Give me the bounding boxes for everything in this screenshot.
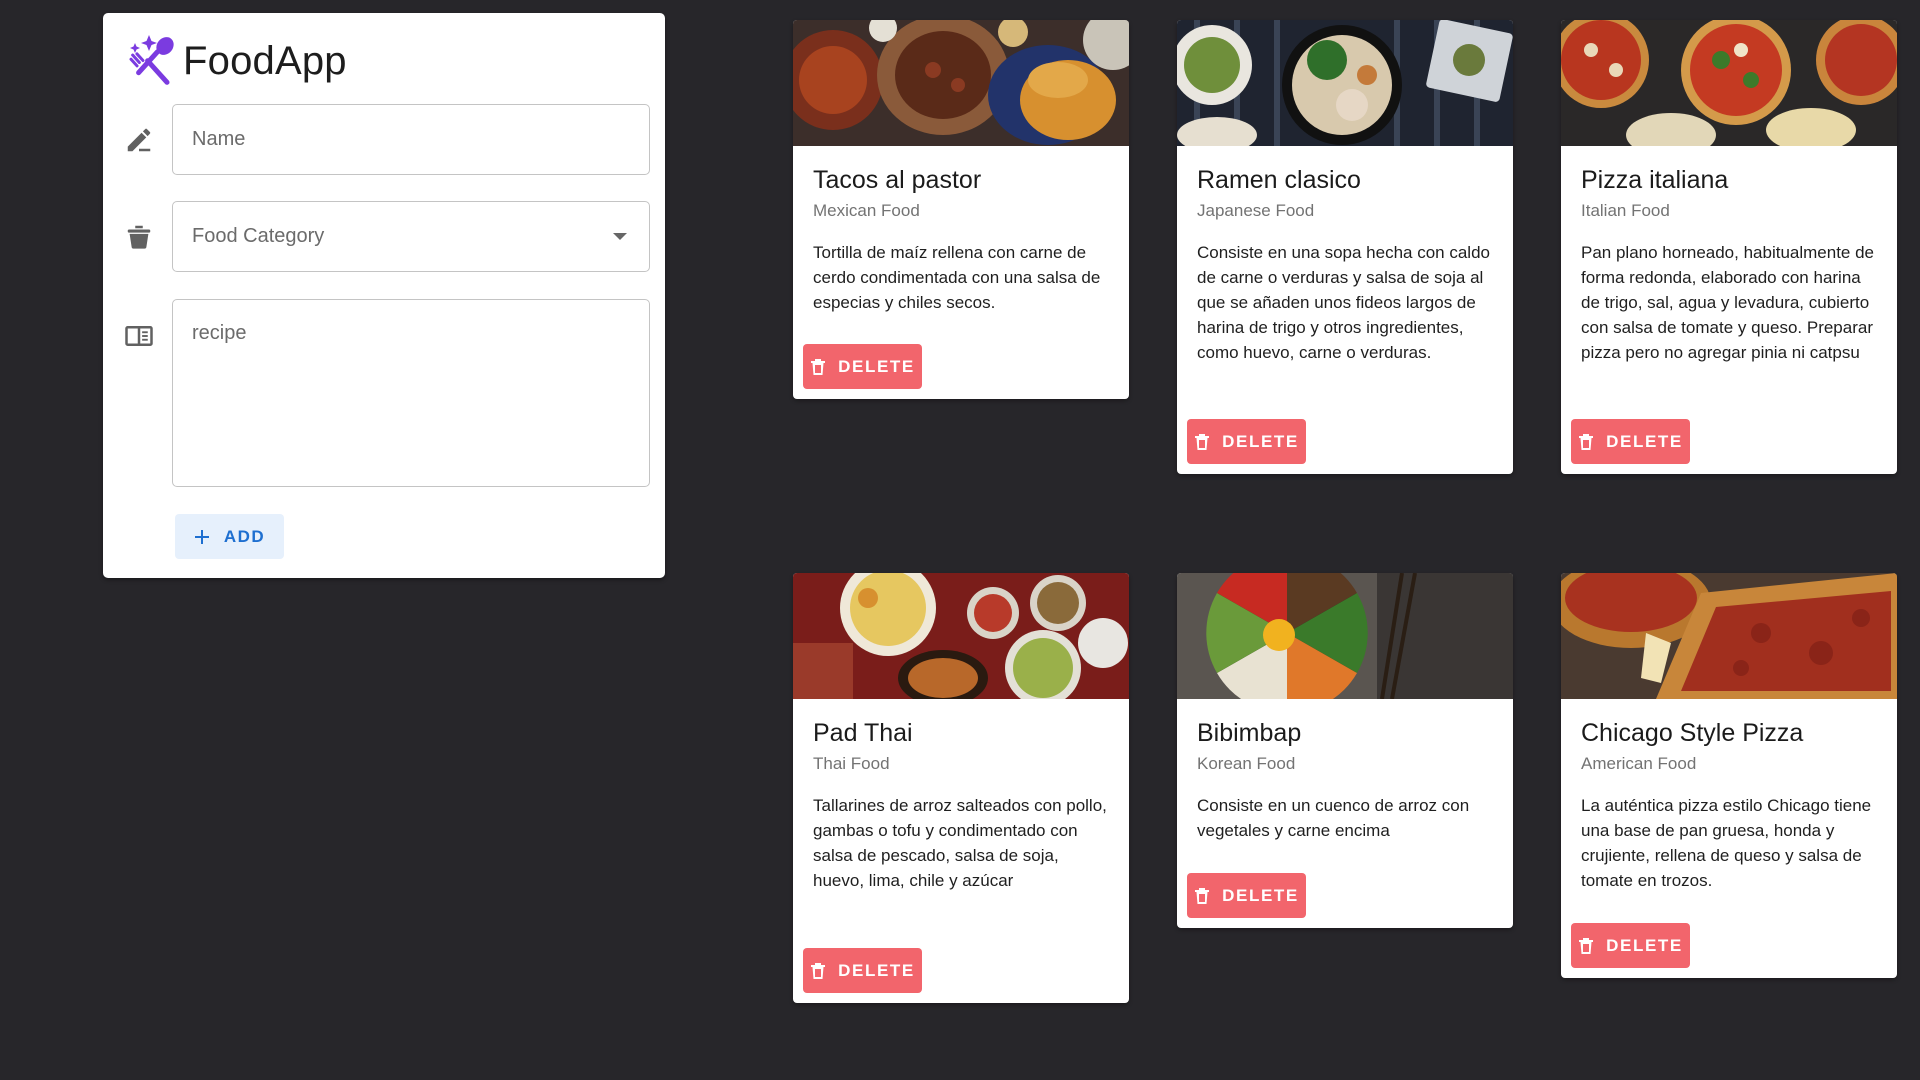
- card-category: Italian Food: [1581, 201, 1670, 220]
- trash-icon: [811, 962, 826, 979]
- add-button-label: ADD: [223, 526, 266, 546]
- card-title: Chicago Style Pizza: [1581, 719, 1804, 747]
- card-description: Tortilla de maíz rellena con carne de ce…: [813, 243, 1101, 312]
- trash-icon: [1579, 433, 1594, 450]
- food-image-tacos: [793, 20, 1129, 146]
- card-description: Pan plano horneado, habitualmente de for…: [1581, 243, 1875, 362]
- add-button[interactable]: ADD: [175, 514, 284, 559]
- trash-icon: [1195, 887, 1210, 904]
- brand: FoodApp: [125, 31, 347, 91]
- food-card-bibimbap: Bibimbap Korean Food Consiste en un cuen…: [1177, 573, 1513, 928]
- card-category: American Food: [1581, 754, 1697, 773]
- delete-button-label: DELETE: [1222, 431, 1299, 451]
- book-open-icon: [122, 319, 156, 353]
- delete-button-label: DELETE: [838, 960, 915, 980]
- delete-button[interactable]: DELETE: [1187, 419, 1306, 464]
- food-card-pizza-italiana: Pizza italiana Italian Food Pan plano ho…: [1561, 20, 1897, 474]
- food-image-pizza-italiana: [1561, 20, 1897, 146]
- food-category-select[interactable]: Food Category: [172, 201, 650, 272]
- delete-button[interactable]: DELETE: [803, 344, 922, 389]
- card-title: Bibimbap: [1197, 719, 1302, 747]
- trash-icon: [1195, 433, 1210, 450]
- pencil-icon: [122, 123, 156, 157]
- card-title: Ramen clasico: [1197, 166, 1361, 194]
- name-input[interactable]: [172, 104, 650, 175]
- food-image-bibimbap: [1177, 573, 1513, 699]
- delete-button[interactable]: DELETE: [1187, 873, 1306, 918]
- food-image-chicago-pizza: [1561, 573, 1897, 699]
- delete-button[interactable]: DELETE: [1571, 923, 1690, 968]
- card-description: La auténtica pizza estilo Chicago tiene …: [1581, 796, 1872, 890]
- food-category-placeholder: Food Category: [192, 225, 325, 247]
- food-card-tacos: Tacos al pastor Mexican Food Tortilla de…: [793, 20, 1129, 399]
- trash-icon: [1579, 937, 1594, 954]
- card-category: Korean Food: [1197, 754, 1296, 773]
- chevron-down-icon: [613, 233, 627, 240]
- delete-button[interactable]: DELETE: [803, 948, 922, 993]
- pot-icon: [122, 220, 156, 254]
- card-description: Tallarines de arroz salteados con pollo,…: [813, 796, 1107, 890]
- food-image-pad-thai: [793, 573, 1129, 699]
- card-description: Consiste en un cuenco de arroz con veget…: [1197, 796, 1470, 840]
- card-category: Thai Food: [813, 754, 890, 773]
- food-card-pad-thai: Pad Thai Thai Food Tallarines de arroz s…: [793, 573, 1129, 1003]
- app-title: FoodApp: [183, 38, 347, 83]
- delete-button-label: DELETE: [1606, 431, 1683, 451]
- delete-button-label: DELETE: [1606, 935, 1683, 955]
- plus-icon: [194, 529, 209, 544]
- food-card-ramen: Ramen clasico Japanese Food Consiste en …: [1177, 20, 1513, 474]
- add-food-form: FoodApp Food Category ADD: [103, 13, 665, 578]
- delete-button-label: DELETE: [1222, 885, 1299, 905]
- delete-button[interactable]: DELETE: [1571, 419, 1690, 464]
- card-title: Tacos al pastor: [813, 166, 982, 194]
- food-card-chicago-pizza: Chicago Style Pizza American Food La aut…: [1561, 573, 1897, 978]
- card-title: Pad Thai: [813, 719, 913, 747]
- food-image-ramen: [1177, 20, 1513, 146]
- card-description: Consiste en una sopa hecha con caldo de …: [1197, 243, 1490, 362]
- card-category: Japanese Food: [1197, 201, 1315, 220]
- trash-icon: [811, 358, 826, 375]
- delete-button-label: DELETE: [838, 356, 915, 376]
- card-category: Mexican Food: [813, 201, 920, 220]
- recipe-textarea[interactable]: [172, 299, 650, 487]
- card-title: Pizza italiana: [1581, 166, 1729, 194]
- fork-spoon-sparkles-icon: [129, 35, 174, 85]
